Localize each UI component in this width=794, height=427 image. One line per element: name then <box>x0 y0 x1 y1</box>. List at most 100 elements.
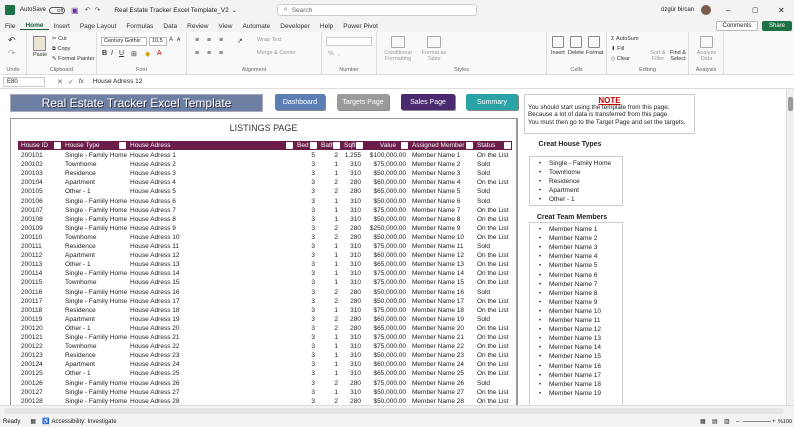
cell-value[interactable]: $100,000.00 <box>364 151 409 160</box>
cell-value[interactable]: $60,000.00 <box>364 360 409 369</box>
cell-house-id[interactable]: 200119 <box>18 315 62 324</box>
table-row[interactable]: 200115 Townhome House Adress 15 3 1 310 $75,00… <box>18 278 512 287</box>
cell-house-id[interactable]: 200125 <box>18 369 62 378</box>
cell-bath[interactable]: 1 <box>318 269 341 278</box>
cell-sqft[interactable]: 310 <box>341 278 364 287</box>
menu-home[interactable]: Home <box>20 22 49 30</box>
team-member-item[interactable]: Member Name 14 <box>533 343 623 352</box>
house-type-item[interactable]: Other - 1 <box>533 195 623 204</box>
table-row[interactable]: 200122 Townhome House Adress 22 3 1 310 $75,00… <box>18 342 512 351</box>
cell-house-type[interactable]: Single - Family Home <box>62 288 127 297</box>
cell-bath[interactable]: 1 <box>318 197 341 206</box>
cell-house-id[interactable]: 200127 <box>18 388 62 397</box>
cell-value[interactable]: $50,000.00 <box>364 388 409 397</box>
cell-house-type[interactable]: Single - Family Home <box>62 269 127 278</box>
formula-input[interactable]: House Adress 12 <box>93 78 143 85</box>
cell-bath[interactable]: 1 <box>318 342 341 351</box>
table-row[interactable]: 200104 Apartment House Adress 4 3 2 280 $60,00… <box>18 178 512 187</box>
cell-status[interactable]: Sold <box>474 169 512 178</box>
redo-icon[interactable]: ↷ <box>8 48 16 59</box>
cell-bed[interactable]: 3 <box>294 288 318 297</box>
cell-status[interactable]: On the List <box>474 351 512 360</box>
menu-automate[interactable]: Automate <box>237 23 275 30</box>
cell-assigned-member[interactable]: Member Name 15 <box>409 278 474 287</box>
cell-assigned-member[interactable]: Member Name 9 <box>409 224 474 233</box>
cell-status[interactable]: On the List <box>474 151 512 160</box>
accessibility-status[interactable]: Accessibility: Investigate <box>52 419 117 425</box>
cell-bath[interactable]: 2 <box>318 151 341 160</box>
cell-house-type[interactable]: Single - Family Home <box>62 151 127 160</box>
format-cells-button[interactable]: Format <box>586 50 603 56</box>
cell-value[interactable]: $75,000.00 <box>364 242 409 251</box>
cell-value[interactable]: $50,000.00 <box>364 169 409 178</box>
cell-assigned-member[interactable]: Member Name 4 <box>409 178 474 187</box>
cell-sqft[interactable]: 280 <box>341 178 364 187</box>
filter-dropdown-icon[interactable] <box>466 142 473 149</box>
cell-house-type[interactable]: Single - Family Home <box>62 206 127 215</box>
align-middle-icon[interactable]: ≡ <box>207 37 211 44</box>
cell-assigned-member[interactable]: Member Name 13 <box>409 260 474 269</box>
menu-data[interactable]: Data <box>158 23 182 30</box>
cell-bed[interactable]: 3 <box>294 306 318 315</box>
conditional-formatting-button[interactable]: Conditional Formatting <box>383 50 413 62</box>
cell-bath[interactable]: 2 <box>318 315 341 324</box>
avatar[interactable] <box>701 5 711 15</box>
cell-bed[interactable]: 3 <box>294 324 318 333</box>
cell-sqft[interactable]: 310 <box>341 351 364 360</box>
redo-quick-icon[interactable]: ↷ <box>94 6 100 14</box>
cell-status[interactable]: On the List <box>474 233 512 242</box>
dashboard-button[interactable]: Dashboard <box>275 94 325 110</box>
cell-assigned-member[interactable]: Member Name 20 <box>409 324 474 333</box>
table-row[interactable]: 200113 Other - 1 House Adress 13 3 1 310 $65,0… <box>18 260 512 269</box>
cell-house-id[interactable]: 200102 <box>18 160 62 169</box>
cell-value[interactable]: $75,000.00 <box>364 269 409 278</box>
cell-house-adress[interactable]: House Adress 15 <box>127 278 294 287</box>
cell-bed[interactable]: 3 <box>294 160 318 169</box>
cell-house-type[interactable]: Residence <box>62 242 127 251</box>
sort-filter-button[interactable]: Sort & Filter <box>649 50 667 62</box>
cell-sqft[interactable]: 310 <box>341 251 364 260</box>
wrap-text-button[interactable]: Wrap Text <box>257 37 282 43</box>
cell-status[interactable]: Sold <box>474 315 512 324</box>
cell-bath[interactable]: 2 <box>318 397 341 405</box>
house-type-item[interactable]: Residence <box>533 177 623 186</box>
cell-status[interactable]: On the List <box>474 360 512 369</box>
cell-bath[interactable]: 2 <box>318 288 341 297</box>
cell-house-type[interactable]: Residence <box>62 351 127 360</box>
cell-assigned-member[interactable]: Member Name 27 <box>409 388 474 397</box>
menu-file[interactable]: File <box>0 23 20 30</box>
cell-house-type[interactable]: Apartment <box>62 360 127 369</box>
cell-house-adress[interactable]: House Adress 23 <box>127 351 294 360</box>
cell-house-adress[interactable]: House Adress 1 <box>127 151 294 160</box>
cell-bed[interactable]: 3 <box>294 297 318 306</box>
cell-sqft[interactable]: 280 <box>341 288 364 297</box>
cell-status[interactable]: On the List <box>474 342 512 351</box>
cell-bath[interactable]: 2 <box>318 187 341 196</box>
number-format-select[interactable] <box>326 37 372 46</box>
cell-sqft[interactable]: 310 <box>341 333 364 342</box>
zoom-slider[interactable] <box>743 421 771 422</box>
cell-value[interactable]: $50,000.00 <box>364 215 409 224</box>
team-member-item[interactable]: Member Name 16 <box>533 362 623 371</box>
filter-dropdown-icon[interactable] <box>356 142 363 149</box>
table-row[interactable]: 200120 Other - 1 House Adress 20 3 2 280 $65,0… <box>18 324 512 333</box>
header-value[interactable]: Value <box>364 141 409 150</box>
bold-icon[interactable]: B <box>102 50 107 57</box>
cell-house-adress[interactable]: House Adress 28 <box>127 397 294 405</box>
team-member-item[interactable]: Member Name 8 <box>533 289 623 298</box>
cell-status[interactable]: Sold <box>474 160 512 169</box>
cell-bath[interactable]: 1 <box>318 360 341 369</box>
cell-house-adress[interactable]: House Adress 19 <box>127 315 294 324</box>
clear-button[interactable]: ◇ Clear <box>611 56 630 62</box>
cell-bath[interactable]: 2 <box>318 224 341 233</box>
border-icon[interactable]: ⊞ <box>131 50 137 58</box>
cell-house-adress[interactable]: House Adress 9 <box>127 224 294 233</box>
cell-status[interactable]: On the List <box>474 388 512 397</box>
cell-house-id[interactable]: 200123 <box>18 351 62 360</box>
cell-sqft[interactable]: 310 <box>341 197 364 206</box>
cell-sqft[interactable]: 310 <box>341 369 364 378</box>
cell-status[interactable]: On the List <box>474 251 512 260</box>
check-icon[interactable]: ✓ <box>68 78 74 86</box>
cell-status[interactable]: On the List <box>474 297 512 306</box>
cell-house-id[interactable]: 200117 <box>18 297 62 306</box>
